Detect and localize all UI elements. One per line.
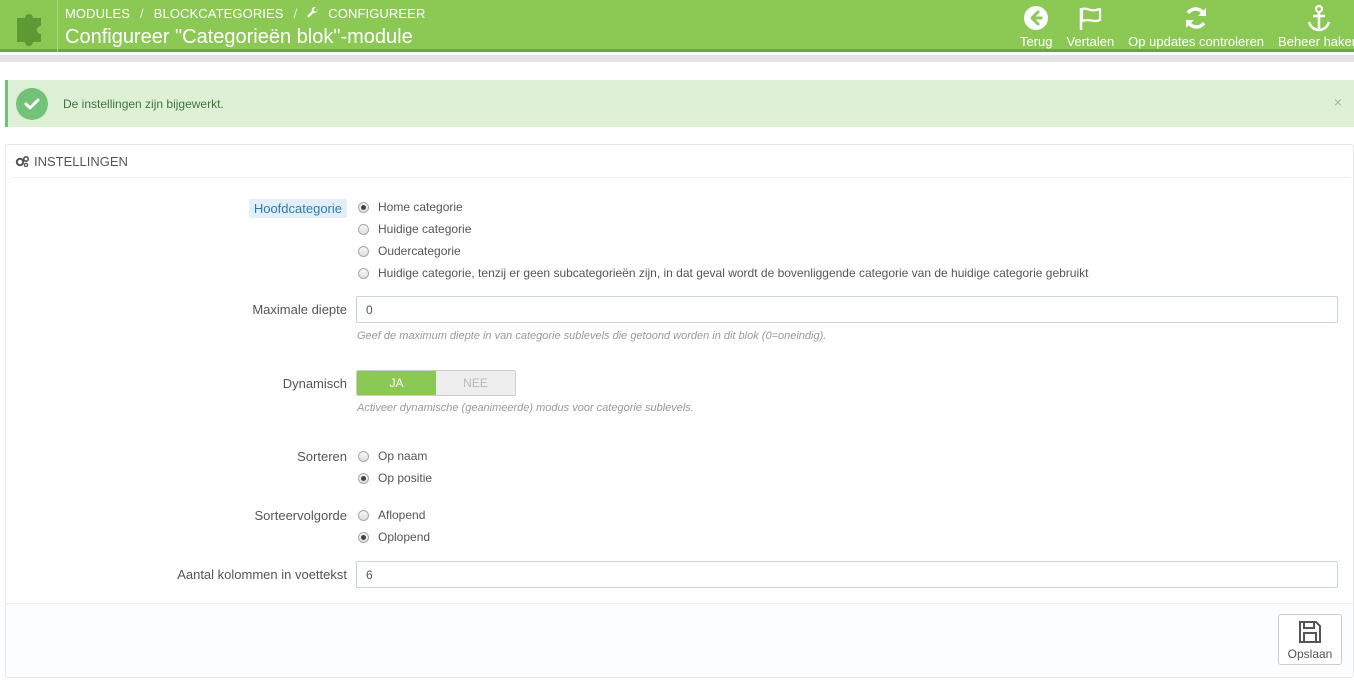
radio-dot[interactable] xyxy=(358,245,369,257)
radio-label: Op positie xyxy=(378,471,433,485)
breadcrumb-item-modules[interactable]: MODULES xyxy=(65,6,130,21)
radio-oplopend[interactable]: Oplopend xyxy=(358,530,430,544)
back-label: Terug xyxy=(1019,34,1053,49)
radio-label: Aflopend xyxy=(378,508,426,522)
switch-no[interactable]: NEE xyxy=(436,371,515,395)
page-title: Configureer "Categorieën blok"-module xyxy=(65,26,413,48)
dynamisch-switch[interactable]: JA NEE xyxy=(356,370,516,396)
radio-dot[interactable] xyxy=(358,223,369,235)
kolommen-input[interactable]: 6 xyxy=(356,561,1338,588)
panel-title: INSTELLINGEN xyxy=(34,153,128,169)
translate-label: Vertalen xyxy=(1066,34,1115,49)
alert-message: De instellingen zijn bijgewerkt. xyxy=(63,96,224,111)
hoofdcategorie-label: Hoofdcategorie xyxy=(248,199,347,218)
dynamisch-help: Activeer dynamische (geanimeerde) modus … xyxy=(357,402,694,414)
settings-panel: INSTELLINGEN Hoofdcategorie Home categor… xyxy=(5,144,1354,678)
breadcrumb-item-blockcategories[interactable]: BLOCKCATEGORIES xyxy=(154,6,284,21)
breadcrumb: MODULES / BLOCKCATEGORIES / CONFIGUREER xyxy=(65,6,425,21)
cogs-icon xyxy=(15,155,30,167)
radio-label: Op naam xyxy=(378,449,428,463)
radio-dot[interactable] xyxy=(358,472,369,484)
back-arrow-icon xyxy=(1024,6,1049,30)
success-alert: De instellingen zijn bijgewerkt. × xyxy=(5,80,1354,127)
close-icon[interactable]: × xyxy=(1334,94,1342,110)
diepte-help: Geef de maximum diepte in van categorie … xyxy=(357,330,827,342)
radio-huidige-tenzij[interactable]: Huidige categorie, tenzij er geen subcat… xyxy=(358,266,1088,280)
radio-aflopend[interactable]: Aflopend xyxy=(358,508,425,522)
radio-label: Oudercategorie xyxy=(378,244,461,258)
check-updates-label: Op updates controleren xyxy=(1128,34,1265,49)
flag-icon xyxy=(1080,7,1102,30)
radio-home-categorie[interactable]: Home categorie xyxy=(358,200,463,214)
refresh-icon xyxy=(1186,7,1207,29)
breadcrumb-item-configureer[interactable]: CONFIGUREER xyxy=(328,6,425,21)
check-icon xyxy=(16,87,48,120)
radio-dot[interactable] xyxy=(358,201,369,213)
manage-hooks-button[interactable]: Beheer haken xyxy=(1271,0,1354,52)
diepte-label: Maximale diepte xyxy=(252,302,347,317)
kolommen-label: Aantal kolommen in voettekst xyxy=(177,567,347,582)
puzzle-icon xyxy=(0,0,58,52)
radio-dot[interactable] xyxy=(358,450,369,462)
volgorde-label: Sorteervolgorde xyxy=(254,508,348,523)
radio-label: Huidige categorie, tenzij er geen subcat… xyxy=(378,266,1089,280)
radio-huidige-categorie[interactable]: Huidige categorie xyxy=(358,222,471,236)
radio-label: Huidige categorie xyxy=(378,222,472,236)
breadcrumb-separator: / xyxy=(140,6,144,21)
radio-op-naam[interactable]: Op naam xyxy=(358,449,427,463)
radio-op-positie[interactable]: Op positie xyxy=(358,471,432,485)
breadcrumb-separator: / xyxy=(293,6,298,21)
dynamisch-label: Dynamisch xyxy=(282,376,347,391)
anchor-icon xyxy=(1307,4,1330,32)
wrench-icon xyxy=(307,7,320,20)
radio-dot[interactable] xyxy=(358,267,369,279)
radio-oudercategorie[interactable]: Oudercategorie xyxy=(358,244,461,258)
panel-heading: INSTELLINGEN xyxy=(11,145,1350,178)
toolbar: Terug Vertalen Op updates controleren Be… xyxy=(1013,0,1354,52)
back-button[interactable]: Terug xyxy=(1013,0,1060,52)
switch-yes[interactable]: JA xyxy=(357,371,436,395)
radio-dot[interactable] xyxy=(358,509,369,521)
translate-button[interactable]: Vertalen xyxy=(1059,0,1121,52)
radio-label: Home categorie xyxy=(378,200,463,214)
header-divider xyxy=(0,55,1354,62)
diepte-input[interactable]: 0 xyxy=(356,296,1338,323)
sorteren-label: Sorteren xyxy=(297,449,347,464)
manage-hooks-label: Beheer haken xyxy=(1278,34,1354,49)
radio-label: Oplopend xyxy=(378,530,431,544)
panel-footer: Opslaan xyxy=(6,603,1353,677)
floppy-disk-icon xyxy=(1299,620,1321,643)
save-label: Opslaan xyxy=(1287,646,1333,661)
check-updates-button[interactable]: Op updates controleren xyxy=(1121,0,1271,52)
save-button[interactable]: Opslaan xyxy=(1278,614,1342,665)
page-header: MODULES / BLOCKCATEGORIES / CONFIGUREER … xyxy=(0,0,1354,52)
radio-dot[interactable] xyxy=(358,531,369,543)
